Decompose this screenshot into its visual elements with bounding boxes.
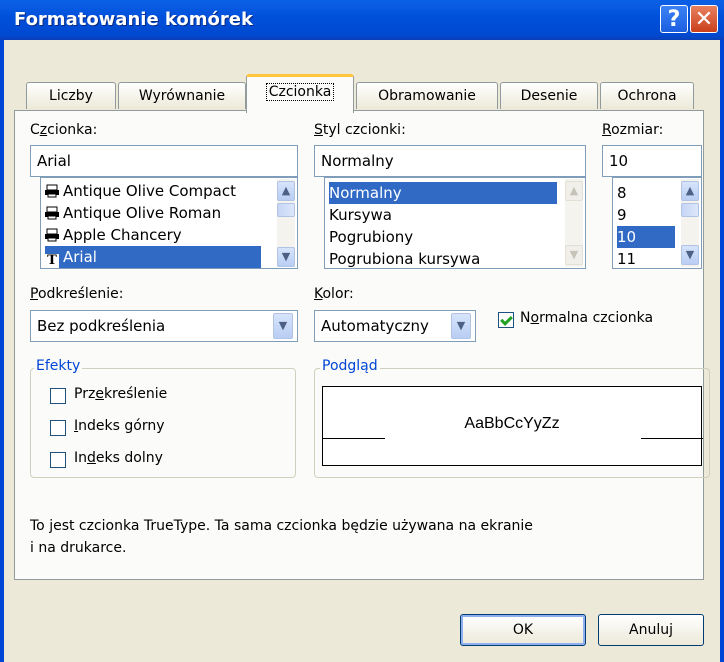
font-list[interactable]: Antique Olive Compact Antique Olive Roma… bbox=[40, 177, 298, 269]
scroll-down-icon[interactable]: ▼ bbox=[565, 245, 583, 265]
style-list[interactable]: Normalny Kursywa Pogrubiony Pogrubiona k… bbox=[324, 177, 586, 269]
scroll-up-icon[interactable]: ▲ bbox=[277, 181, 295, 201]
tab-liczby[interactable]: Liczby bbox=[26, 82, 116, 109]
size-list-item[interactable]: 8 bbox=[617, 182, 627, 204]
color-select[interactable]: Automatyczny ▼ bbox=[314, 310, 476, 342]
printer-font-icon bbox=[45, 184, 59, 198]
font-input[interactable]: Arial bbox=[30, 145, 298, 177]
underline-select[interactable]: Bez podkreślenia ▼ bbox=[30, 310, 298, 342]
font-list-item-selected[interactable]: T Arial bbox=[45, 246, 261, 268]
normal-font-label[interactable]: Normalna czcionka bbox=[520, 310, 653, 326]
underline-label: Podkreślenie: bbox=[30, 286, 124, 302]
font-label: Czcionka: bbox=[30, 122, 98, 138]
preview-baseline-left bbox=[323, 438, 385, 439]
info-text-line1: To jest czcionka TrueType. Ta sama czcio… bbox=[30, 518, 533, 534]
style-list-item-selected[interactable]: Normalny bbox=[329, 182, 557, 204]
normal-font-checkbox[interactable] bbox=[498, 312, 514, 328]
preview-label: Podgląd bbox=[320, 358, 380, 374]
subscript-checkbox[interactable] bbox=[50, 452, 66, 468]
subscript-label[interactable]: Indeks dolny bbox=[74, 450, 163, 466]
style-list-item[interactable]: Pogrubiony bbox=[329, 226, 413, 248]
superscript-label[interactable]: Indeks górny bbox=[74, 418, 165, 434]
size-list-item[interactable]: 9 bbox=[617, 204, 627, 226]
help-button[interactable]: ? bbox=[660, 5, 688, 33]
window-border-right bbox=[720, 40, 724, 662]
printer-font-icon bbox=[45, 206, 59, 220]
effects-label: Efekty bbox=[34, 358, 83, 374]
printer-font-icon bbox=[45, 228, 59, 242]
size-list-item[interactable]: 11 bbox=[617, 248, 636, 268]
color-label: Kolor: bbox=[314, 286, 354, 302]
tab-ochrona[interactable]: Ochrona bbox=[600, 82, 694, 109]
size-input[interactable]: 10 bbox=[602, 145, 702, 177]
tab-obramowanie[interactable]: Obramowanie bbox=[356, 82, 498, 109]
ok-button[interactable]: OK bbox=[460, 614, 586, 646]
close-button[interactable]: ✕ bbox=[690, 5, 718, 33]
tab-czcionka[interactable]: Czcionka bbox=[246, 74, 354, 113]
dialog-title: Formatowanie komórek bbox=[14, 9, 253, 30]
font-list-item[interactable]: Apple Chancery bbox=[45, 224, 182, 246]
underline-value: Bez podkreślenia bbox=[37, 317, 166, 335]
chevron-down-icon[interactable]: ▼ bbox=[273, 313, 293, 339]
scroll-up-icon[interactable]: ▲ bbox=[565, 181, 583, 201]
scroll-up-icon[interactable]: ▲ bbox=[681, 181, 699, 201]
title-bar[interactable]: Formatowanie komórek ? ✕ bbox=[0, 0, 724, 40]
preview-box: AaBbCcYyZz bbox=[322, 386, 703, 466]
tab-wyrownanie[interactable]: Wyrównanie bbox=[118, 82, 246, 109]
style-list-item[interactable]: Kursywa bbox=[329, 204, 392, 226]
size-label: Rozmiar: bbox=[602, 122, 664, 138]
preview-baseline-right bbox=[641, 438, 703, 439]
info-text-line2: i na drukarce. bbox=[30, 540, 127, 556]
style-input[interactable]: Normalny bbox=[314, 145, 586, 177]
font-list-item[interactable]: Antique Olive Compact bbox=[45, 180, 236, 202]
color-value: Automatyczny bbox=[321, 317, 429, 335]
font-list-item[interactable]: Antique Olive Roman bbox=[45, 202, 221, 224]
preview-sample-text: AaBbCcYyZz bbox=[464, 415, 560, 432]
size-list-item-selected[interactable]: 10 bbox=[617, 226, 675, 248]
size-list-scrollbar[interactable]: ▲ ▼ bbox=[681, 179, 699, 267]
chevron-down-icon[interactable]: ▼ bbox=[451, 313, 471, 339]
font-list-scrollbar[interactable]: ▲ ▼ bbox=[277, 179, 295, 267]
scroll-down-icon[interactable]: ▼ bbox=[681, 245, 699, 265]
truetype-font-icon: T bbox=[45, 254, 59, 268]
scroll-thumb[interactable] bbox=[681, 203, 699, 217]
strikethrough-checkbox[interactable] bbox=[50, 388, 66, 404]
tab-desenie[interactable]: Desenie bbox=[500, 82, 598, 109]
scroll-thumb[interactable] bbox=[277, 203, 295, 217]
window-border-left bbox=[0, 40, 4, 662]
size-list[interactable]: 8 9 10 11 ▲ ▼ bbox=[612, 177, 702, 269]
cancel-button[interactable]: Anuluj bbox=[598, 614, 704, 646]
style-list-scrollbar[interactable]: ▲ ▼ bbox=[565, 179, 583, 267]
style-label: Styl czcionki: bbox=[314, 122, 406, 138]
superscript-checkbox[interactable] bbox=[50, 420, 66, 436]
dialog-window: Formatowanie komórek ? ✕ Liczby Wyrównan… bbox=[0, 0, 724, 662]
strikethrough-label[interactable]: Przekreślenie bbox=[74, 386, 167, 402]
style-list-item[interactable]: Pogrubiona kursywa bbox=[329, 248, 480, 268]
scroll-down-icon[interactable]: ▼ bbox=[277, 247, 295, 267]
